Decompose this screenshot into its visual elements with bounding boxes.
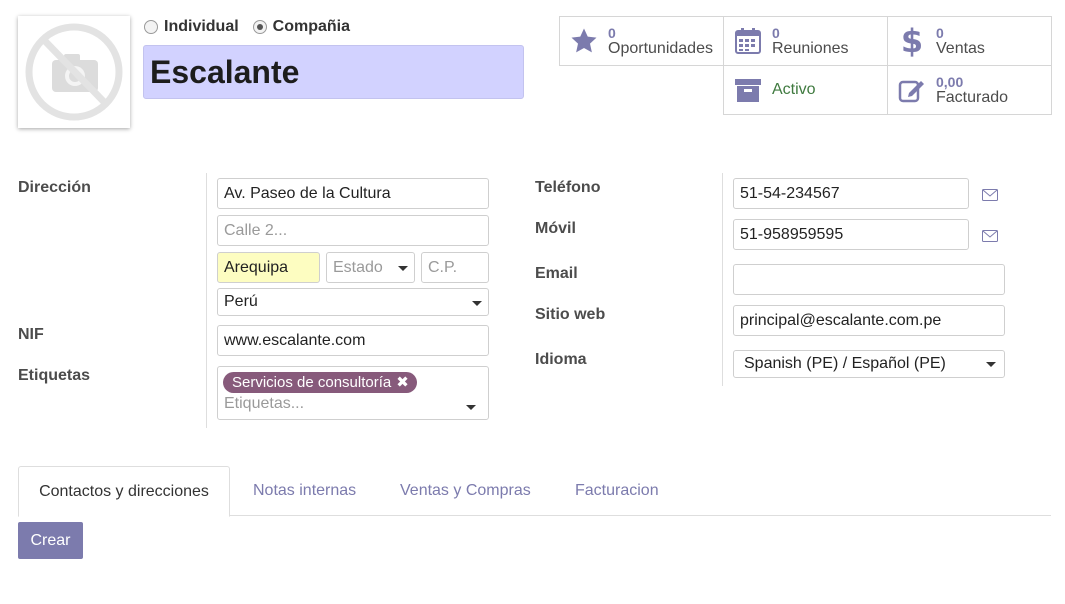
active-toggle-button[interactable]: Activo xyxy=(723,65,888,115)
country-value: Perú xyxy=(224,293,258,310)
street2-input[interactable]: Calle 2... xyxy=(217,215,489,246)
meetings-label: Reuniones xyxy=(772,40,849,57)
invoiced-button[interactable]: 0,00 Facturado xyxy=(887,65,1052,115)
chevron-down-icon xyxy=(472,301,482,306)
tab-label: Contactos y direcciones xyxy=(39,482,209,500)
website-value: principal@escalante.com.pe xyxy=(740,311,942,329)
street2-placeholder: Calle 2... xyxy=(224,221,288,239)
invoiced-label: Facturado xyxy=(936,89,1009,106)
left-column-divider xyxy=(206,173,207,428)
mobile-value: 51-958959595 xyxy=(740,225,844,243)
radio-company[interactable]: Compañia xyxy=(252,18,351,36)
radio-individual[interactable]: Individual xyxy=(144,18,239,36)
invoiced-amount: 0,00 xyxy=(936,74,964,90)
meetings-count: 0 xyxy=(772,25,780,41)
radio-company-circle[interactable] xyxy=(252,20,267,34)
envelope-icon[interactable] xyxy=(982,188,998,201)
envelope-icon[interactable] xyxy=(982,229,998,242)
opportunities-count: 0 xyxy=(608,25,616,41)
meetings-button[interactable]: 0 Reuniones xyxy=(723,16,888,66)
create-button[interactable]: Crear xyxy=(18,522,83,559)
phone-input[interactable]: 51-54-234567 xyxy=(733,178,969,209)
remove-tag-icon[interactable]: ✖ xyxy=(396,373,409,391)
smart-buttons-box: 0 Oportunidades 0 Reuniones $ 0 Ventas A… xyxy=(559,16,1052,115)
state-placeholder: Estado xyxy=(333,258,383,276)
tags-placeholder: Etiquetas... xyxy=(224,395,305,412)
partner-name-input[interactable]: Escalante xyxy=(143,45,524,99)
company-avatar[interactable] xyxy=(18,16,130,128)
vat-value: www.escalante.com xyxy=(224,331,366,349)
language-value: Spanish (PE) / Español (PE) xyxy=(744,355,946,372)
mobile-label: Móvil xyxy=(535,220,576,237)
phone-label: Teléfono xyxy=(535,179,601,196)
email-label: Email xyxy=(535,265,578,282)
pencil-square-icon xyxy=(896,74,928,106)
sales-label: Ventas xyxy=(936,40,985,57)
website-label: Sitio web xyxy=(535,306,606,323)
tab-sales-purchases[interactable]: Ventas y Compras xyxy=(380,466,551,516)
no-photo-icon xyxy=(25,23,123,121)
tab-label: Facturacion xyxy=(575,482,659,499)
country-select[interactable]: Perú xyxy=(217,288,489,316)
archive-icon xyxy=(732,74,764,106)
zip-input[interactable]: C.P. xyxy=(421,252,489,283)
chevron-down-icon xyxy=(398,266,408,271)
state-select[interactable]: Estado xyxy=(326,252,415,283)
phone-value: 51-54-234567 xyxy=(740,184,840,202)
star-icon xyxy=(568,25,600,57)
city-value: Arequipa xyxy=(224,258,289,276)
tab-label: Ventas y Compras xyxy=(400,482,531,499)
tab-contacts-addresses[interactable]: Contactos y direcciones xyxy=(18,466,230,517)
calendar-icon xyxy=(732,25,764,57)
sales-count: 0 xyxy=(936,25,944,41)
street-input[interactable]: Av. Paseo de la Cultura xyxy=(217,178,489,209)
company-type-selector: Individual Compañia xyxy=(144,18,350,36)
right-column-divider xyxy=(722,173,723,386)
tag-badge[interactable]: Servicios de consultoría ✖ xyxy=(223,372,417,393)
dollar-icon: $ xyxy=(900,22,924,60)
language-select[interactable]: Spanish (PE) / Español (PE) xyxy=(733,350,1005,378)
website-input[interactable]: principal@escalante.com.pe xyxy=(733,305,1005,336)
opportunities-button[interactable]: 0 Oportunidades xyxy=(559,16,724,66)
city-input[interactable]: Arequipa xyxy=(217,252,320,283)
tags-label: Etiquetas xyxy=(18,367,91,384)
zip-placeholder: C.P. xyxy=(428,258,458,276)
tag-label: Servicios de consultoría xyxy=(232,373,392,391)
tab-invoicing[interactable]: Facturacion xyxy=(555,466,679,516)
radio-company-label: Compañia xyxy=(272,18,351,35)
notebook-tabs: Contactos y direcciones Notas internas V… xyxy=(18,466,1051,517)
chevron-down-icon xyxy=(466,405,476,410)
vat-input[interactable]: www.escalante.com xyxy=(217,325,489,356)
street-value: Av. Paseo de la Cultura xyxy=(224,184,391,202)
chevron-down-icon xyxy=(986,362,996,367)
radio-individual-circle[interactable] xyxy=(144,20,158,34)
email-input[interactable] xyxy=(733,264,1005,295)
tab-label: Notas internas xyxy=(253,482,357,499)
address-label: Dirección xyxy=(18,179,91,196)
tab-internal-notes[interactable]: Notas internas xyxy=(233,466,376,516)
opportunities-label: Oportunidades xyxy=(608,40,713,57)
language-label: Idioma xyxy=(535,351,587,368)
radio-individual-label: Individual xyxy=(164,18,239,35)
sales-button[interactable]: $ 0 Ventas xyxy=(887,16,1052,66)
active-label: Activo xyxy=(772,81,816,98)
mobile-input[interactable]: 51-958959595 xyxy=(733,219,969,250)
vat-label: NIF xyxy=(18,326,44,343)
tags-field[interactable]: Servicios de consultoría ✖ Etiquetas... xyxy=(217,366,489,420)
